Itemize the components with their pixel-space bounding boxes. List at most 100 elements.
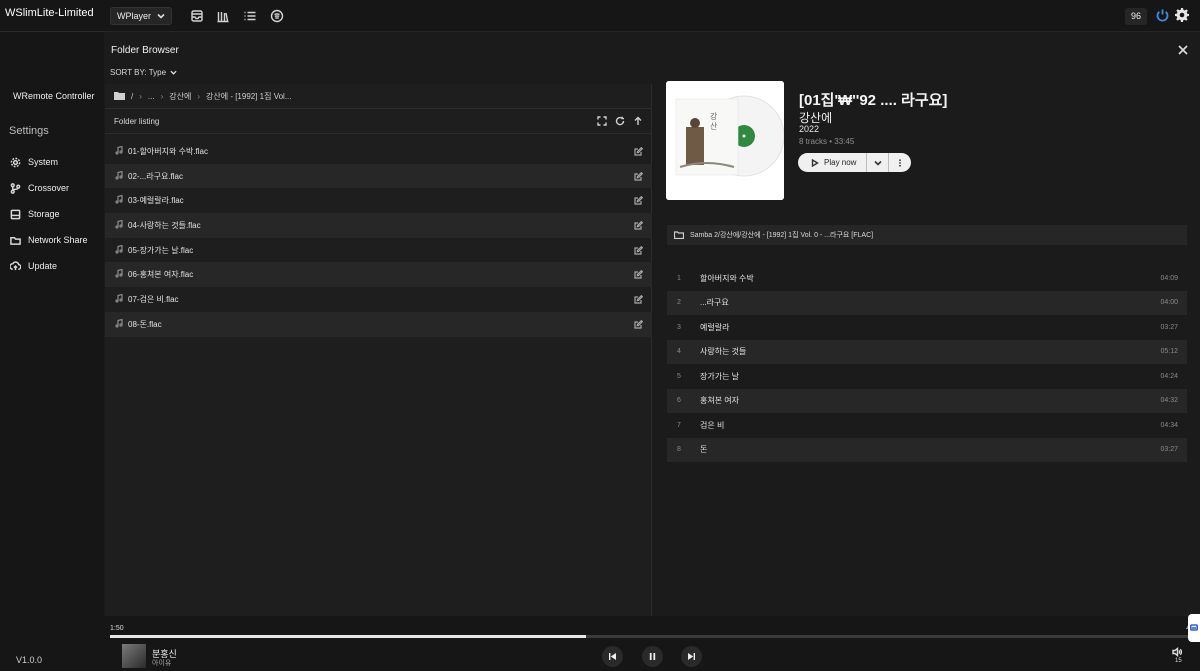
file-name: 08-돈.flac — [128, 319, 162, 329]
storage-icon — [10, 209, 21, 219]
table-row[interactable]: 7 검은 비 04:34 — [667, 413, 1187, 438]
track-duration: 04:32 — [1160, 397, 1178, 405]
chevron-right-icon: › — [160, 91, 164, 101]
track-number: 7 — [677, 421, 681, 429]
refresh-icon[interactable] — [615, 116, 625, 126]
next-button[interactable] — [681, 646, 702, 667]
remote-controller-link[interactable]: WRemote Controller — [13, 91, 95, 101]
expand-icon[interactable] — [597, 116, 607, 126]
arrow-up-icon[interactable] — [633, 116, 643, 126]
list-item[interactable]: 03-예럴랄라.flac — [105, 188, 652, 213]
sort-label: SORT BY: Type — [110, 68, 167, 77]
seek-bar[interactable] — [110, 635, 1192, 638]
track-list: 1 할아버지와 수박 04:09 2 ...라구요 04:00 3 예럴랄라 0… — [667, 266, 1187, 462]
list-item[interactable]: 07-검은 비.flac — [105, 287, 652, 312]
sidebar-item-network-share[interactable]: Network Share — [0, 227, 104, 253]
list-item[interactable]: 06-홍쳐본 여자.flac — [105, 262, 652, 288]
player-select-value: WPlayer — [117, 11, 152, 21]
file-name: 06-홍쳐본 여자.flac — [128, 270, 194, 280]
table-row[interactable]: 2 ...라구요 04:00 — [667, 290, 1187, 315]
table-row[interactable]: 3 예럴랄라 03:27 — [667, 315, 1187, 340]
breadcrumb-artist[interactable]: 강산에 — [169, 91, 191, 102]
svg-text:강: 강 — [710, 111, 718, 121]
music-note-icon — [115, 293, 128, 305]
table-row[interactable]: 8 돈 03:27 — [667, 437, 1187, 462]
edit-icon[interactable] — [634, 146, 644, 158]
album-cover-art: 강 산 — [666, 81, 784, 200]
edit-icon[interactable] — [634, 220, 644, 232]
play-options-dropdown[interactable] — [867, 153, 890, 172]
chat-widget-tab[interactable] — [1188, 614, 1200, 642]
list-item[interactable]: 05-장가가는 날.flac — [105, 238, 652, 263]
chat-icon — [1190, 624, 1199, 631]
sidebar-item-update[interactable]: Update — [0, 253, 104, 279]
music-note-icon — [115, 170, 128, 182]
skip-previous-icon — [609, 653, 616, 660]
sidebar-item-crossover[interactable]: Crossover — [0, 175, 104, 201]
track-duration: 03:27 — [1160, 446, 1178, 454]
table-row[interactable]: 6 홍쳐본 여자 04:32 — [667, 388, 1187, 413]
table-row[interactable]: 1 할아버지와 수박 04:09 — [667, 266, 1187, 291]
previous-button[interactable] — [602, 646, 623, 667]
track-number: 6 — [677, 397, 681, 405]
breadcrumb-root[interactable]: / — [131, 92, 133, 101]
folder-icon[interactable] — [114, 91, 125, 102]
app-root: WSlimLite-Limited WRemote Controller Set… — [0, 0, 1200, 671]
kebab-menu-icon — [899, 158, 902, 167]
album-path: Samba 2/강산에/강산에 - [1992] 1집 Vol. 0 - ...… — [667, 225, 1187, 245]
album-pane: 강 산 [01집'₩''92 .... 라구요] 강산에 2022 8 trac… — [653, 68, 1200, 616]
play-now-button[interactable]: Play now — [798, 153, 868, 172]
track-title: 홍쳐본 여자 — [700, 396, 740, 406]
table-row[interactable]: 5 장가가는 날 04:24 — [667, 364, 1187, 389]
settings-gear-icon[interactable] — [1174, 7, 1190, 26]
file-name: 03-예럴랄라.flac — [128, 196, 184, 206]
now-playing-artist: 아이유 — [152, 660, 172, 667]
chevron-right-icon: › — [197, 91, 201, 101]
sidebar-item-label: System — [28, 157, 59, 167]
panel-title: Folder Browser — [111, 45, 179, 56]
chevron-right-icon: › — [139, 91, 142, 101]
radio-icon[interactable] — [270, 9, 284, 23]
track-number: 8 — [677, 446, 681, 454]
list-item[interactable]: 01-할아버지와 수박.flac — [105, 139, 652, 164]
close-icon[interactable] — [1177, 44, 1189, 56]
list-item[interactable]: 02-...라구요.flac — [105, 163, 652, 189]
sort-dropdown[interactable]: SORT BY: Type — [110, 68, 177, 77]
more-options-button[interactable] — [889, 153, 911, 172]
track-duration: 04:34 — [1160, 421, 1178, 429]
edit-icon[interactable] — [634, 270, 644, 281]
track-number: 1 — [677, 274, 681, 282]
now-playing-thumbnail[interactable] — [122, 644, 146, 668]
breadcrumb-ellipsis[interactable]: ... — [148, 92, 155, 101]
file-list: 01-할아버지와 수박.flac 02-...라구요.flac 03-예럴랄라.… — [105, 139, 652, 337]
edit-icon[interactable] — [634, 294, 644, 306]
file-name: 02-...라구요.flac — [128, 171, 183, 181]
gear-icon — [10, 157, 21, 167]
play-button-group: Play now — [798, 153, 912, 172]
track-duration: 04:24 — [1160, 372, 1178, 380]
edit-icon[interactable] — [634, 171, 644, 183]
sidebar-item-storage[interactable]: Storage — [0, 201, 104, 227]
sidebar-item-system[interactable]: System — [0, 149, 104, 175]
listing-header: Folder listing — [105, 109, 652, 134]
player-select[interactable]: WPlayer — [110, 7, 173, 25]
track-duration: 04:09 — [1160, 274, 1178, 282]
folder-pane: / › ... › 강산에 › 강산에 - [1992] 1집 Vol... F… — [105, 84, 652, 616]
track-number: 2 — [677, 299, 681, 307]
power-icon[interactable] — [1155, 8, 1170, 26]
pause-button[interactable] — [642, 646, 663, 667]
list-icon[interactable] — [243, 9, 257, 23]
breadcrumb-album[interactable]: 강산에 - [1992] 1집 Vol... — [206, 91, 291, 102]
list-item[interactable]: 04-사랑하는 것들.flac — [105, 213, 652, 238]
edit-icon[interactable] — [634, 245, 644, 257]
table-row[interactable]: 4 사랑하는 것들 05:12 — [667, 339, 1187, 364]
seek-bar-fill — [110, 635, 587, 638]
inbox-icon[interactable] — [190, 9, 204, 23]
library-icon[interactable] — [216, 9, 230, 23]
chevron-down-icon — [157, 13, 165, 19]
list-item[interactable]: 08-돈.flac — [105, 311, 652, 337]
volume-badge[interactable]: 96 — [1125, 8, 1148, 25]
edit-icon[interactable] — [634, 196, 644, 207]
edit-icon[interactable] — [634, 319, 644, 331]
sidebar: WSlimLite-Limited WRemote Controller Set… — [0, 0, 104, 671]
